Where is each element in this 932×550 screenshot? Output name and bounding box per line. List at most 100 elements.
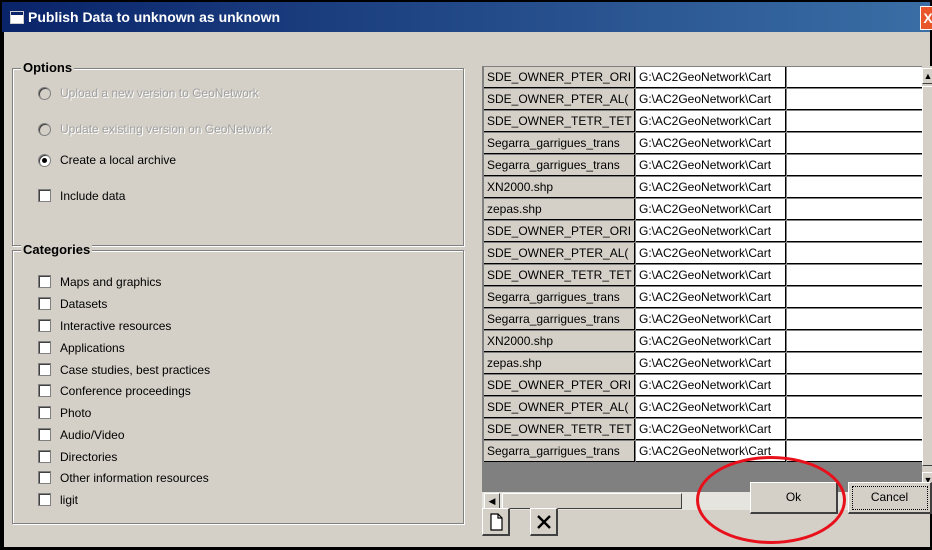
checkbox[interactable]: [38, 363, 51, 376]
table-row[interactable]: SDE_OWNER_PTER_ORI G:\AC2GeoNetwork\Cart: [482, 67, 922, 88]
grid-cell-path[interactable]: G:\AC2GeoNetwork\Cart: [636, 309, 786, 330]
new-document-button[interactable]: [482, 508, 510, 536]
table-row[interactable]: SDE_OWNER_TETR_TET G:\AC2GeoNetwork\Cart: [482, 419, 922, 440]
table-row[interactable]: SDE_OWNER_TETR_TET G:\AC2GeoNetwork\Cart: [482, 265, 922, 286]
table-row[interactable]: SDE_OWNER_PTER_AL(G:\AC2GeoNetwork\Cart: [482, 243, 922, 264]
grid-cell-layer[interactable]: Segarra_garrigues_trans: [484, 155, 635, 176]
grid-cell-extra[interactable]: [787, 199, 922, 220]
checkbox[interactable]: [38, 297, 51, 310]
grid-cell-path[interactable]: G:\AC2GeoNetwork\Cart: [636, 419, 786, 440]
close-button[interactable]: X: [920, 6, 932, 30]
grid-cell-path[interactable]: G:\AC2GeoNetwork\Cart: [636, 265, 786, 286]
grid-cell-layer[interactable]: zepas.shp: [484, 353, 635, 374]
grid-cell-extra[interactable]: [787, 89, 922, 110]
checkbox[interactable]: [38, 406, 51, 419]
grid-vertical-scrollbar[interactable]: ▲ ▼: [922, 66, 932, 492]
grid-cell-layer[interactable]: Segarra_garrigues_trans: [484, 309, 635, 330]
checkbox[interactable]: [38, 341, 51, 354]
table-row[interactable]: zepas.shp G:\AC2GeoNetwork\Cart: [482, 199, 922, 220]
grid-cell-path[interactable]: G:\AC2GeoNetwork\Cart: [636, 133, 786, 154]
grid-cell-extra[interactable]: [787, 441, 922, 462]
table-row[interactable]: Segarra_garrigues_trans G:\AC2GeoNetwork\…: [482, 133, 922, 154]
grid-cell-extra[interactable]: [787, 67, 922, 88]
grid-cell-layer[interactable]: Segarra_garrigues_trans: [484, 287, 635, 308]
scroll-up-icon[interactable]: ▲: [922, 68, 932, 84]
title-bar[interactable]: Publish Data to unknown as unknown X: [2, 2, 932, 32]
grid-cell-layer[interactable]: XN2000.shp: [484, 331, 635, 352]
table-row[interactable]: zepas.shp G:\AC2GeoNetwork\Cart: [482, 353, 922, 374]
grid-cell-extra[interactable]: [787, 375, 922, 396]
grid-cell-layer[interactable]: zepas.shp: [484, 199, 635, 220]
checkbox[interactable]: [38, 493, 51, 506]
grid-cell-path[interactable]: G:\AC2GeoNetwork\Cart: [636, 111, 786, 132]
table-row[interactable]: Segarra_garrigues_trans G:\AC2GeoNetwork\…: [482, 287, 922, 308]
grid-cell-path[interactable]: G:\AC2GeoNetwork\Cart: [636, 155, 786, 176]
grid-cell-extra[interactable]: [787, 265, 922, 286]
table-row[interactable]: XN2000.shp G:\AC2GeoNetwork\Cart: [482, 177, 922, 198]
scroll-thumb[interactable]: [922, 86, 932, 466]
ok-button[interactable]: Ok: [750, 482, 838, 514]
radio-label: Upload a new version to GeoNetwork: [60, 86, 259, 100]
checkbox[interactable]: [38, 189, 51, 202]
grid-cell-layer[interactable]: XN2000.shp: [484, 177, 635, 198]
table-row[interactable]: Segarra_garrigues_trans G:\AC2GeoNetwork\…: [482, 441, 922, 462]
grid-cell-path[interactable]: G:\AC2GeoNetwork\Cart: [636, 89, 786, 110]
table-row[interactable]: SDE_OWNER_PTER_AL(G:\AC2GeoNetwork\Cart: [482, 89, 922, 110]
cancel-button[interactable]: Cancel: [848, 482, 932, 514]
grid-cell-extra[interactable]: [787, 397, 922, 418]
grid-cell-path[interactable]: G:\AC2GeoNetwork\Cart: [636, 177, 786, 198]
grid-cell-layer[interactable]: Segarra_garrigues_trans: [484, 441, 635, 462]
checkbox[interactable]: [38, 471, 51, 484]
grid-cell-extra[interactable]: [787, 133, 922, 154]
grid-cell-extra[interactable]: [787, 331, 922, 352]
radio-button[interactable]: [38, 154, 51, 167]
grid-cell-path[interactable]: G:\AC2GeoNetwork\Cart: [636, 243, 786, 264]
grid-cell-extra[interactable]: [787, 353, 922, 374]
radio-button[interactable]: [38, 87, 51, 100]
checkbox[interactable]: [38, 450, 51, 463]
table-row[interactable]: SDE_OWNER_PTER_ORI G:\AC2GeoNetwork\Cart: [482, 375, 922, 396]
table-row[interactable]: Segarra_garrigues_trans G:\AC2GeoNetwork\…: [482, 155, 922, 176]
grid-cell-extra[interactable]: [787, 309, 922, 330]
grid-cell-layer[interactable]: SDE_OWNER_PTER_AL(: [484, 243, 635, 264]
grid-cell-path[interactable]: G:\AC2GeoNetwork\Cart: [636, 67, 786, 88]
radio-button[interactable]: [38, 123, 51, 136]
checkbox[interactable]: [38, 384, 51, 397]
grid-cell-extra[interactable]: [787, 243, 922, 264]
grid-cell-path[interactable]: G:\AC2GeoNetwork\Cart: [636, 287, 786, 308]
checkbox[interactable]: [38, 319, 51, 332]
delete-button[interactable]: [530, 508, 558, 536]
grid-cell-layer[interactable]: SDE_OWNER_PTER_ORI: [484, 375, 635, 396]
grid-cell-path[interactable]: G:\AC2GeoNetwork\Cart: [636, 397, 786, 418]
table-row[interactable]: Segarra_garrigues_trans G:\AC2GeoNetwork\…: [482, 309, 922, 330]
files-grid[interactable]: SDE_OWNER_PTER_ORI G:\AC2GeoNetwork\Cart S…: [482, 66, 922, 492]
grid-cell-path[interactable]: G:\AC2GeoNetwork\Cart: [636, 199, 786, 220]
grid-cell-extra[interactable]: [787, 155, 922, 176]
table-row[interactable]: XN2000.shp G:\AC2GeoNetwork\Cart: [482, 331, 922, 352]
grid-cell-layer[interactable]: SDE_OWNER_PTER_ORI: [484, 67, 635, 88]
scroll-left-icon[interactable]: ◀: [484, 493, 500, 509]
grid-cell-path[interactable]: G:\AC2GeoNetwork\Cart: [636, 221, 786, 242]
grid-cell-layer[interactable]: SDE_OWNER_PTER_AL(: [484, 397, 635, 418]
grid-cell-layer[interactable]: SDE_OWNER_TETR_TET: [484, 111, 635, 132]
table-row[interactable]: SDE_OWNER_TETR_TET G:\AC2GeoNetwork\Cart: [482, 111, 922, 132]
grid-cell-extra[interactable]: [787, 419, 922, 440]
grid-cell-path[interactable]: G:\AC2GeoNetwork\Cart: [636, 353, 786, 374]
checkbox[interactable]: [38, 275, 51, 288]
grid-cell-layer[interactable]: SDE_OWNER_TETR_TET: [484, 419, 635, 440]
grid-cell-extra[interactable]: [787, 177, 922, 198]
checkbox[interactable]: [38, 428, 51, 441]
grid-cell-layer[interactable]: SDE_OWNER_PTER_AL(: [484, 89, 635, 110]
table-row[interactable]: SDE_OWNER_PTER_ORI G:\AC2GeoNetwork\Cart: [482, 221, 922, 242]
scroll-thumb[interactable]: [502, 493, 682, 509]
grid-cell-path[interactable]: G:\AC2GeoNetwork\Cart: [636, 375, 786, 396]
grid-cell-extra[interactable]: [787, 287, 922, 308]
table-row[interactable]: SDE_OWNER_PTER_AL(G:\AC2GeoNetwork\Cart: [482, 397, 922, 418]
grid-cell-layer[interactable]: SDE_OWNER_PTER_ORI: [484, 221, 635, 242]
grid-cell-extra[interactable]: [787, 221, 922, 242]
grid-cell-extra[interactable]: [787, 111, 922, 132]
grid-cell-layer[interactable]: Segarra_garrigues_trans: [484, 133, 635, 154]
grid-cell-layer[interactable]: SDE_OWNER_TETR_TET: [484, 265, 635, 286]
grid-cell-path[interactable]: G:\AC2GeoNetwork\Cart: [636, 441, 786, 462]
grid-cell-path[interactable]: G:\AC2GeoNetwork\Cart: [636, 331, 786, 352]
